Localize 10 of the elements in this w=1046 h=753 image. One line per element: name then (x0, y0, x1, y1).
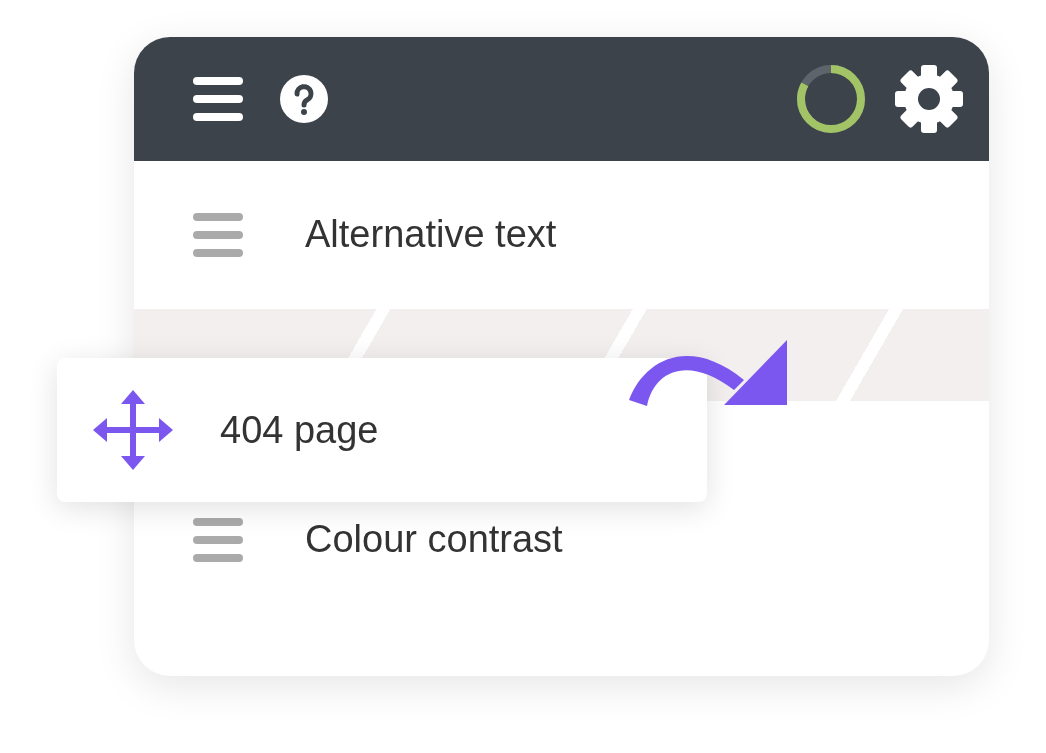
item-label: 404 page (220, 408, 379, 452)
item-label: Alternative text (305, 213, 557, 257)
drag-handle-icon[interactable] (193, 518, 243, 563)
move-icon (93, 390, 173, 470)
drag-handle-icon[interactable] (193, 212, 243, 257)
settings-icon[interactable] (893, 63, 965, 136)
help-icon[interactable] (280, 75, 328, 124)
menu-icon[interactable] (193, 77, 243, 122)
dragged-item[interactable]: 404 page (57, 358, 707, 502)
item-label: Colour contrast (305, 518, 563, 562)
